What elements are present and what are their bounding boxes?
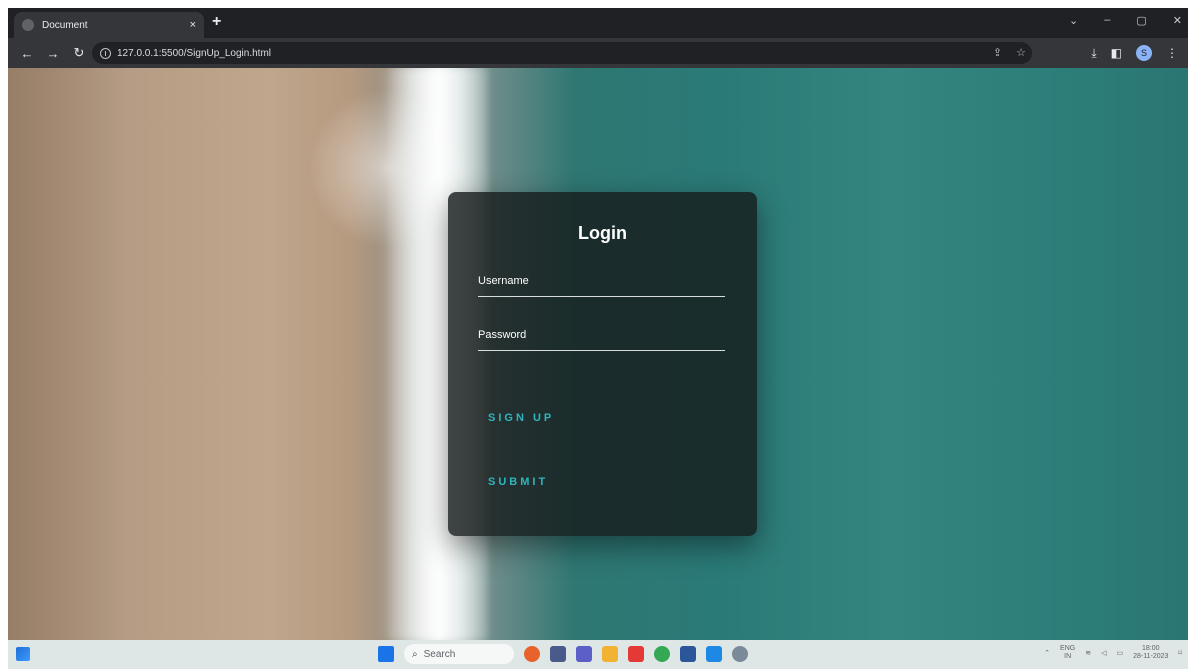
start-icon[interactable] [378, 646, 394, 662]
teams-icon[interactable] [576, 646, 592, 662]
notification-icon[interactable]: ⌑ [1178, 649, 1182, 657]
password-field-wrapper [478, 320, 725, 351]
site-info-icon[interactable] [100, 47, 111, 59]
youtube-icon[interactable] [628, 646, 644, 662]
vscode-icon[interactable] [706, 646, 722, 662]
tab-document[interactable]: Document × [14, 12, 204, 38]
language-indicator[interactable]: ENG IN [1060, 645, 1075, 661]
submit-button[interactable]: SUBMIT [488, 476, 548, 488]
widgets-icon[interactable] [16, 647, 30, 661]
login-card: Login SIGN UP SUBMIT [448, 192, 757, 536]
task-view-icon[interactable] [550, 646, 566, 662]
tab-search-icon[interactable]: ⌄ [1069, 14, 1078, 27]
address-bar[interactable]: 127.0.0.1:5500/SignUp_Login.html ⇪ ☆ [92, 42, 1032, 64]
chevron-up-icon[interactable]: ⌃ [1044, 649, 1050, 657]
clock[interactable]: 18:00 28-11-2023 [1133, 645, 1168, 661]
restore-icon[interactable]: ▢ [1136, 14, 1146, 27]
signup-button[interactable]: SIGN UP [488, 412, 554, 424]
reload-icon[interactable]: ↻ [72, 45, 86, 61]
background-image [8, 68, 128, 640]
taskbar: ⌕ Search ⌃ ENG IN ≋ ◁ ▭ 18:00 28-11-2023… [8, 640, 1188, 669]
back-icon[interactable]: ← [20, 46, 34, 61]
login-title: Login [578, 223, 627, 243]
volume-icon[interactable]: ◁ [1101, 649, 1106, 657]
window-controls: ⌄ – ▢ ✕ [1069, 14, 1182, 27]
settings-gear-icon[interactable] [732, 646, 748, 662]
password-input[interactable] [478, 320, 725, 350]
battery-icon[interactable]: ▭ [1116, 649, 1123, 657]
side-panel-icon[interactable]: ◧ [1111, 46, 1122, 60]
username-input[interactable] [478, 266, 725, 296]
close-window-icon[interactable]: ✕ [1173, 14, 1182, 27]
address-toolbar: ← → ↻ 127.0.0.1:5500/SignUp_Login.html ⇪… [8, 38, 1188, 68]
tab-close-icon[interactable]: × [190, 19, 196, 31]
download-icon[interactable]: ⤓ [1091, 46, 1096, 61]
browser-window: Document × + ⌄ – ▢ ✕ ← → ↻ 127.0.0.1:550… [8, 8, 1188, 669]
menu-kebab-icon[interactable]: ⋮ [1166, 46, 1178, 60]
new-tab-icon[interactable]: + [212, 13, 221, 31]
search-icon: ⌕ [412, 648, 418, 660]
minimize-icon[interactable]: – [1104, 14, 1110, 27]
taskbar-search[interactable]: ⌕ Search [404, 644, 514, 664]
url-text: 127.0.0.1:5500/SignUp_Login.html [117, 47, 272, 59]
tab-title: Document [42, 19, 88, 31]
profile-avatar[interactable]: S [1136, 45, 1152, 61]
forward-icon[interactable]: → [46, 46, 60, 61]
chrome-icon[interactable] [654, 646, 670, 662]
tab-strip: Document × + ⌄ – ▢ ✕ [8, 8, 1188, 38]
favicon-icon [22, 19, 34, 31]
page-viewport: Login SIGN UP SUBMIT [8, 68, 1188, 640]
taskbar-search-text: Search [423, 648, 456, 660]
game-app-icon[interactable] [524, 646, 540, 662]
username-field-wrapper [478, 266, 725, 297]
word-icon[interactable] [680, 646, 696, 662]
file-explorer-icon[interactable] [602, 646, 618, 662]
system-tray: ⌃ ENG IN ≋ ◁ ▭ 18:00 28-11-2023 ⌑ [1044, 645, 1182, 661]
bookmark-star-icon[interactable]: ☆ [1016, 46, 1026, 59]
wifi-icon[interactable]: ≋ [1085, 649, 1091, 657]
share-icon[interactable]: ⇪ [993, 46, 1002, 59]
